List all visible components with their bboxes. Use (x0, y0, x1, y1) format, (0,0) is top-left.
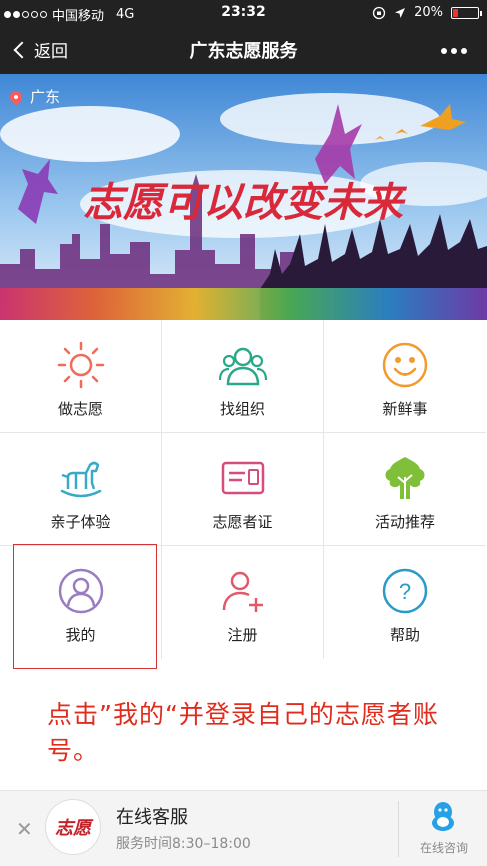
divider (398, 801, 399, 857)
service-hours: 服务时间8:30–18:00 (116, 836, 251, 852)
rotation-lock-icon (372, 6, 386, 19)
page-title: 广东志愿服务 (189, 41, 298, 62)
grid-item-label: 找组织 (219, 400, 265, 418)
banner[interactable]: 志愿可以改变未来 广东 (0, 74, 487, 320)
status-right: 20% (372, 5, 482, 20)
grid-item-label: 做志愿 (57, 400, 103, 418)
status-bar: 中国移动 4G 23:32 20% (0, 0, 487, 26)
group-icon (218, 347, 267, 386)
rocking-horse-icon (60, 461, 101, 498)
grid-item-label: 亲子体验 (50, 513, 111, 531)
location-selector[interactable]: 广东 (7, 86, 61, 107)
close-icon[interactable]: ✕ (16, 817, 33, 841)
id-card-icon (221, 461, 264, 495)
highlight-box (13, 544, 157, 669)
grid-item-label: 活动推荐 (374, 513, 435, 531)
volunteer-logo: 志愿 (45, 799, 101, 855)
grid-item-recommend[interactable]: 活动推荐 (324, 433, 486, 546)
grid-item-volunteer-card[interactable]: 志愿者证 (162, 433, 324, 546)
grid-item-label: 帮助 (389, 626, 420, 644)
svg-text:?: ? (399, 579, 411, 604)
banner-image: 志愿可以改变未来 (0, 74, 487, 320)
tree-icon (385, 457, 425, 499)
location-pin-icon (7, 88, 25, 105)
grid-item-find-org[interactable]: 找组织 (162, 320, 324, 433)
grid-item-register[interactable]: 注册 (162, 546, 324, 659)
location-label: 广东 (30, 88, 61, 106)
instruction-text: 点击”我的“并登录自己的志愿者账号。 (47, 700, 439, 765)
grid-item-family[interactable]: 亲子体验 (0, 433, 162, 546)
location-arrow-icon (395, 7, 406, 18)
nav-bar: 返回 广东志愿服务 (0, 26, 487, 74)
battery-percent: 20% (414, 5, 443, 20)
grid-item-label: 注册 (227, 626, 258, 644)
grid-item-volunteer[interactable]: 做志愿 (0, 320, 162, 433)
customer-service-bar: ✕ 志愿 在线客服 服务时间8:30–18:00 在线咨询 (0, 790, 487, 866)
consult-button[interactable]: 在线咨询 (404, 839, 484, 856)
grid-item-news[interactable]: 新鲜事 (324, 320, 486, 433)
banner-slogan: 志愿可以改变未来 (83, 179, 408, 226)
sun-icon (57, 341, 104, 389)
grid-item-help[interactable]: ? 帮助 (324, 546, 486, 659)
grid-item-label: 新鲜事 (382, 400, 428, 418)
battery-icon (451, 6, 482, 19)
grid-item-label: 志愿者证 (212, 513, 273, 531)
service-title: 在线客服 (116, 807, 188, 828)
smile-icon (382, 342, 428, 388)
add-user-icon (222, 571, 263, 612)
qq-penguin-icon[interactable] (430, 801, 456, 833)
more-menu-icon[interactable] (441, 48, 467, 54)
question-icon: ? (382, 568, 428, 614)
logo-text: 志愿 (55, 818, 91, 839)
